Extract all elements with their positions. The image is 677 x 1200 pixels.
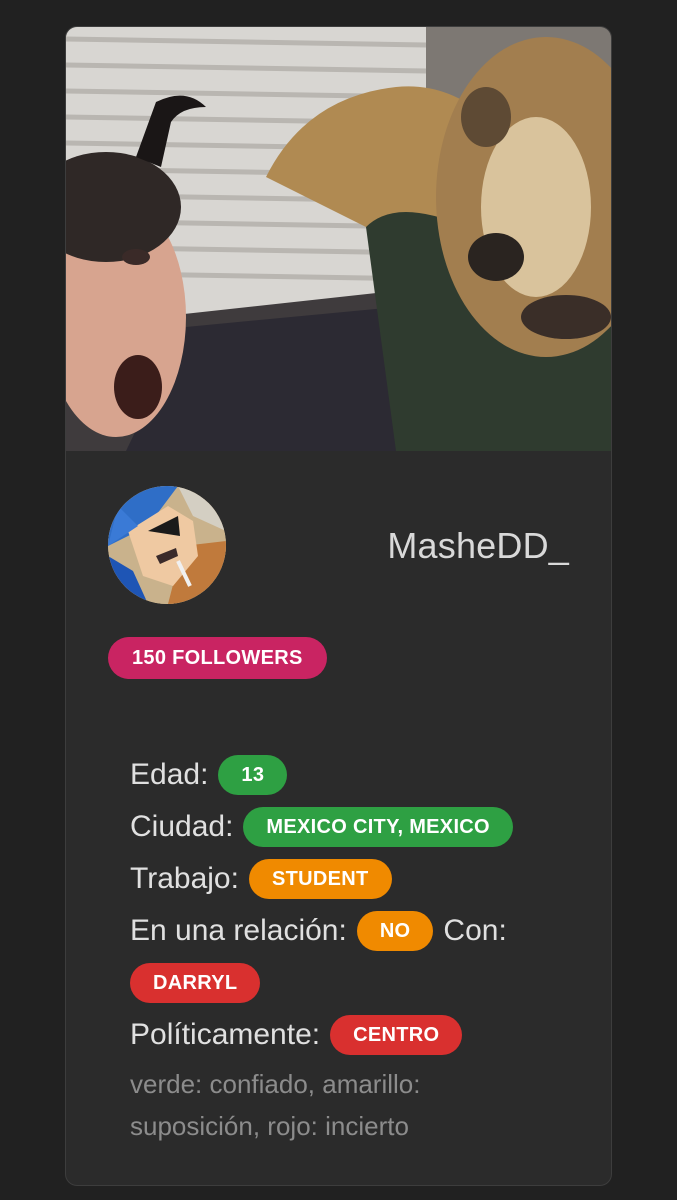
city-row: Ciudad: MEXICO CITY, MEXICO: [130, 801, 570, 853]
profile-banner-image: [66, 27, 611, 451]
age-row: Edad: 13: [130, 749, 570, 801]
followers-badge[interactable]: 150 FOLLOWERS: [108, 637, 327, 679]
profile-details: Edad: 13 Ciudad: MEXICO CITY, MEXICO Tra…: [130, 749, 570, 1147]
with-label: Con:: [443, 914, 507, 947]
age-badge: 13: [218, 755, 288, 795]
city-badge: MEXICO CITY, MEXICO: [243, 807, 513, 847]
relationship-row: En una relación: NO Con:: [130, 905, 570, 957]
job-label: Trabajo:: [130, 862, 239, 895]
job-badge: STUDENT: [248, 859, 392, 899]
job-row: Trabajo: STUDENT: [130, 853, 570, 905]
age-label: Edad:: [130, 758, 209, 791]
profile-card: MasheDD_ 150 FOLLOWERS Edad: 13 Ciudad: …: [65, 26, 612, 1186]
with-badge: DARRYL: [130, 963, 261, 1003]
relationship-badge: NO: [356, 911, 434, 951]
username: MasheDD_: [387, 525, 569, 566]
color-legend-note: verde: confiado, amarillo: suposición, r…: [130, 1069, 421, 1141]
profile-avatar-image[interactable]: [108, 486, 226, 604]
politics-label: Políticamente:: [130, 1018, 321, 1051]
relationship-label: En una relación:: [130, 914, 347, 947]
politics-badge: CENTRO: [330, 1015, 463, 1055]
with-row: DARRYL: [130, 957, 570, 1009]
politics-row: Políticamente: CENTRO: [130, 1009, 570, 1061]
city-label: Ciudad:: [130, 810, 234, 843]
